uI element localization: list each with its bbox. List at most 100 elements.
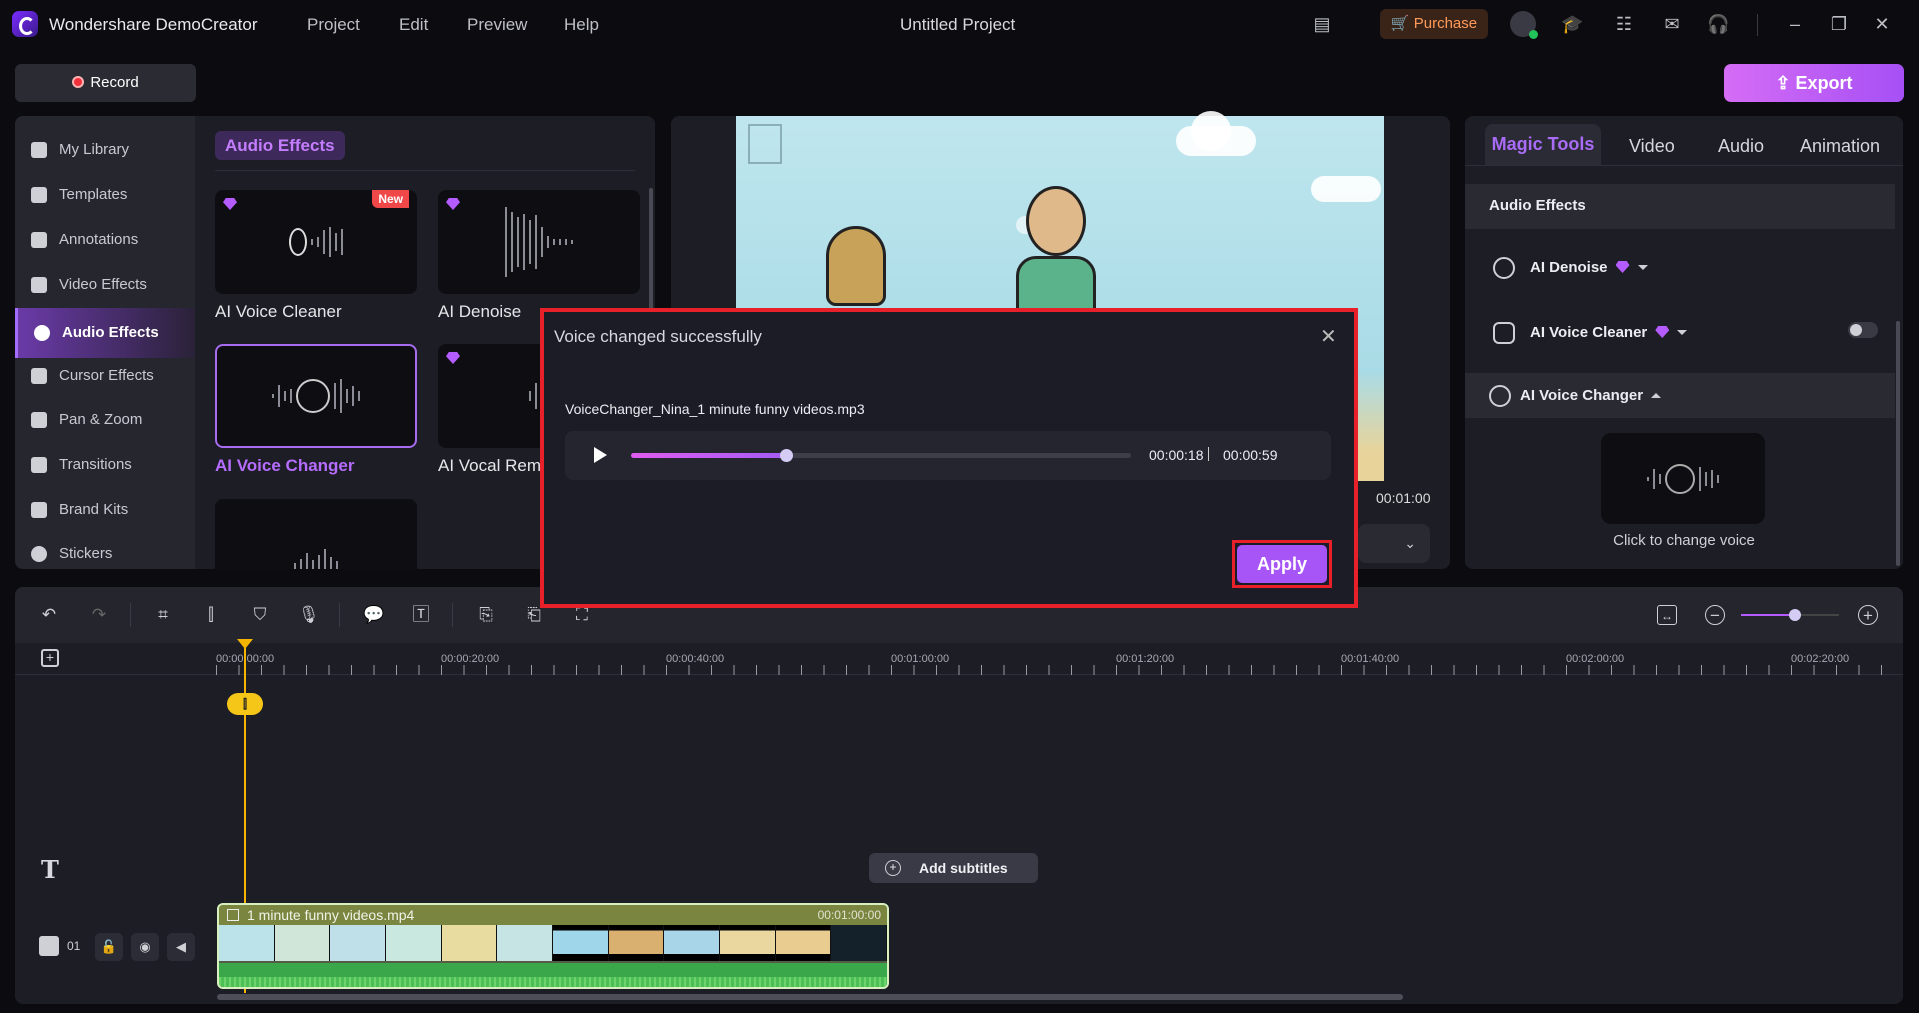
apply-button[interactable]: Apply — [1237, 545, 1327, 583]
sidebar-item-my-library[interactable]: My Library — [15, 130, 195, 170]
ruler-label: 00:00:20:00 — [441, 653, 500, 665]
sidebar-item-annotations[interactable]: Annotations — [15, 220, 195, 260]
sidebar-item-audio-effects[interactable]: Audio Effects — [15, 308, 195, 358]
ai-voice-cleaner-row[interactable]: AI Voice Cleaner — [1489, 319, 1889, 347]
sidebar-item-video-effects[interactable]: Video Effects — [15, 265, 195, 305]
close-icon[interactable]: ✕ — [1320, 324, 1337, 349]
add-track-icon[interactable]: + — [41, 649, 59, 667]
graduation-cap-icon[interactable]: 🎓 — [1561, 13, 1583, 35]
sidebar-item-templates[interactable]: Templates — [15, 175, 195, 215]
purchase-label: Purchase — [1413, 15, 1478, 32]
text-to-speech-icon[interactable]: ⎗ — [524, 605, 544, 625]
clip-thumbnails — [219, 925, 887, 961]
clip-name: 1 minute funny videos.mp4 — [247, 907, 415, 923]
properties-scrollbar[interactable] — [1896, 321, 1900, 566]
ai-voice-cleaner-label: AI Voice Cleaner — [1530, 324, 1688, 341]
record-button[interactable]: Record — [15, 64, 196, 102]
audio-progress-knob[interactable] — [780, 449, 793, 462]
minimize-icon[interactable]: – — [1784, 13, 1806, 35]
video-clip[interactable]: 1 minute funny videos.mp4 00:01:00:00 — [217, 903, 889, 989]
play-icon[interactable] — [594, 447, 607, 463]
sidebar-item-brand-kits[interactable]: Brand Kits — [15, 490, 195, 530]
export-label: Export — [1795, 73, 1853, 93]
export-button[interactable]: ⇪ Export — [1724, 64, 1904, 102]
purchase-button[interactable]: 🛒 Purchase — [1380, 9, 1488, 39]
ruler-label: 00:02:00:00 — [1566, 653, 1625, 665]
brand-icon — [31, 502, 47, 518]
sidebar-item-pan-zoom[interactable]: Pan & Zoom — [15, 400, 195, 440]
sidebar-item-label: Brand Kits — [59, 501, 129, 518]
effect-card-label: AI Denoise — [438, 302, 522, 321]
duration: 00:00:59 — [1223, 447, 1278, 463]
menu-help[interactable]: Help — [564, 15, 599, 35]
speech-to-text-icon[interactable]: ⎘ — [476, 605, 496, 625]
maximize-icon[interactable]: ❐ — [1828, 13, 1850, 35]
effect-card-ai-voice-changer[interactable] — [215, 344, 417, 448]
zoom-slider-fill — [1741, 614, 1795, 616]
crop-icon[interactable]: ⌗ — [153, 605, 173, 625]
marker-icon[interactable]: ⛉ — [250, 605, 270, 625]
caption-bubble-icon[interactable]: 💬 — [363, 605, 384, 625]
quality-dropdown[interactable]: ⌄ — [1358, 524, 1430, 563]
zoom-in-icon[interactable]: + — [1858, 605, 1878, 625]
avatar[interactable] — [1510, 11, 1538, 39]
tab-magic-tools[interactable]: Magic Tools — [1485, 124, 1601, 165]
fit-timeline-icon[interactable]: ↔ — [1657, 605, 1677, 625]
mute-speaker-icon[interactable]: ◀ — [167, 933, 195, 961]
ai-denoise-label: AI Denoise — [1530, 259, 1648, 276]
divider — [452, 603, 453, 627]
cursor-icon — [31, 368, 47, 384]
visibility-icon[interactable]: ◉ — [131, 933, 159, 961]
microphone-icon[interactable]: 🎙 — [298, 605, 320, 625]
effect-card[interactable] — [215, 499, 417, 569]
zoom-out-icon[interactable]: − — [1705, 605, 1725, 625]
time-ruler[interactable]: + 00:00:00:0000:00:20:0000:00:40:0000:01… — [15, 643, 1903, 675]
change-voice-card[interactable] — [1601, 433, 1765, 524]
lock-track-icon[interactable]: 🔓 — [95, 933, 123, 961]
ai-denoise-row[interactable]: AI Denoise — [1489, 254, 1889, 282]
menu-preview[interactable]: Preview — [467, 15, 527, 35]
dialog-title: Voice changed successfully — [554, 327, 762, 346]
pan-zoom-icon — [31, 412, 47, 428]
voice-changer-icon — [1489, 385, 1511, 407]
current-time: 00:00:18 — [1149, 447, 1204, 463]
sidebar-item-transitions[interactable]: Transitions — [15, 445, 195, 485]
menu-project[interactable]: Project — [307, 15, 360, 35]
menu-edit[interactable]: Edit — [399, 15, 428, 35]
sidebar-item-cursor-effects[interactable]: Cursor Effects — [15, 356, 195, 396]
sidebar-item-stickers[interactable]: Stickers — [15, 534, 195, 569]
redo-icon[interactable]: ↷ — [89, 605, 109, 625]
audio-player: 00:00:18 00:00:59 — [565, 431, 1331, 480]
music-note-icon — [34, 325, 50, 341]
video-effects-icon — [31, 277, 47, 293]
clip-audio-waveform — [219, 963, 887, 987]
effect-card-ai-denoise[interactable] — [438, 190, 640, 294]
effect-card-ai-voice-cleaner[interactable]: New — [215, 190, 417, 294]
notes-icon[interactable]: ▤ — [1311, 13, 1333, 35]
waveform-icon — [215, 190, 417, 294]
video-track-icon — [39, 936, 59, 956]
add-subtitles-button[interactable]: Add subtitles — [869, 853, 1038, 883]
timeline-panel: ↶ ↷ ⌗ ⫿ ⛉ 🎙 💬 🅃 ⎘ ⎗ ⛶ ↔ − + + 00:00:00:0… — [15, 587, 1903, 1004]
zoom-slider[interactable] — [1741, 609, 1839, 621]
voice-cleaner-toggle[interactable] — [1848, 322, 1878, 338]
text-icon[interactable]: 🅃 — [411, 605, 431, 625]
tab-animation[interactable]: Animation — [1800, 136, 1880, 157]
tab-video[interactable]: Video — [1629, 136, 1675, 157]
close-icon[interactable]: ✕ — [1871, 13, 1893, 35]
split-icon[interactable]: ⫿ — [201, 605, 221, 625]
ai-voice-changer-row[interactable]: AI Voice Changer — [1465, 373, 1895, 418]
timeline-scrollbar[interactable] — [217, 994, 1403, 1000]
undo-icon[interactable]: ↶ — [39, 605, 59, 625]
zoom-slider-knob[interactable] — [1788, 609, 1801, 621]
tasks-icon[interactable]: ☷ — [1613, 13, 1635, 35]
audio-progress-bar[interactable] — [631, 449, 1131, 462]
headset-icon[interactable]: 🎧 — [1707, 13, 1729, 35]
tab-audio[interactable]: Audio — [1718, 136, 1764, 157]
clip-header: 1 minute funny videos.mp4 00:01:00:00 — [219, 905, 887, 925]
split-marker-icon[interactable]: ⫿ — [227, 693, 263, 715]
upload-icon: ⇪ — [1775, 73, 1791, 93]
sidebar: My Library Templates Annotations Video E… — [15, 116, 195, 569]
ai-cutout-icon[interactable]: ⛶ — [572, 605, 592, 625]
mail-icon[interactable]: ✉ — [1661, 13, 1683, 35]
